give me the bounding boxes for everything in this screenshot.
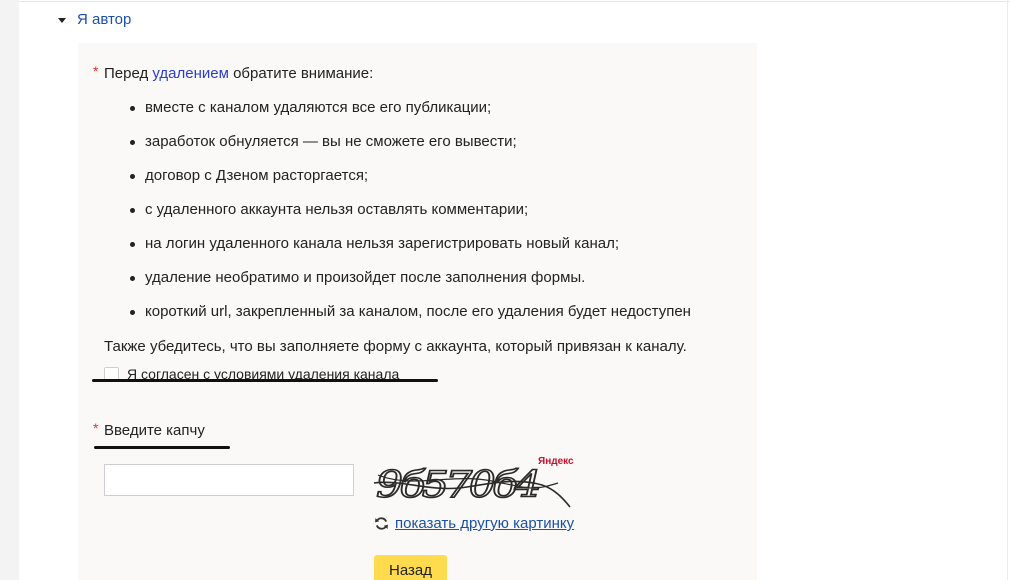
- left-sidebar-strip: [0, 0, 19, 580]
- intro-text-before: Перед: [104, 65, 153, 82]
- annotation-underline: [92, 379, 438, 382]
- top-divider: [19, 1, 1010, 2]
- captcha-brand: Яндекс: [538, 456, 574, 467]
- page: Я автор * Перед удалением обратите внима…: [0, 0, 1010, 580]
- right-divider: [1007, 0, 1008, 580]
- section-toggle-author[interactable]: Я автор: [58, 11, 131, 28]
- refresh-icon: [375, 517, 388, 530]
- intro-text-after: обратите внимание:: [228, 65, 374, 82]
- notice-list: вместе с каналом удаляются все его публи…: [128, 99, 691, 337]
- reload-captcha[interactable]: показать другую картинку: [374, 515, 574, 532]
- list-item: удаление необратимо и произойдет после з…: [128, 269, 691, 303]
- required-mark: *: [93, 420, 99, 436]
- list-item: договор с Дзеном расторгается;: [128, 167, 691, 201]
- captcha-image: Яндекс 9б570б4: [373, 456, 574, 508]
- account-notice: Также убедитесь, что вы заполняете форму…: [104, 338, 687, 355]
- required-mark: *: [93, 63, 99, 79]
- deletion-link[interactable]: удалением: [152, 65, 229, 82]
- captcha-input[interactable]: [104, 464, 354, 496]
- captcha-label: Введите капчу: [104, 422, 205, 439]
- list-item: вместе с каналом удаляются все его публи…: [128, 99, 691, 133]
- reload-captcha-link[interactable]: показать другую картинку: [395, 515, 574, 532]
- notice-intro: Перед удалением обратите внимание:: [104, 65, 373, 82]
- section-label: Я автор: [77, 11, 132, 28]
- back-button[interactable]: Назад: [374, 555, 447, 580]
- list-item: заработок обнуляется — вы не сможете его…: [128, 133, 691, 167]
- list-item: короткий url, закрепленный за каналом, п…: [128, 303, 691, 337]
- list-item: с удаленного аккаунта нельзя оставлять к…: [128, 201, 691, 235]
- annotation-underline: [94, 446, 230, 449]
- caret-down-icon: [58, 17, 66, 23]
- list-item: на логин удаленного канала нельзя зареги…: [128, 235, 691, 269]
